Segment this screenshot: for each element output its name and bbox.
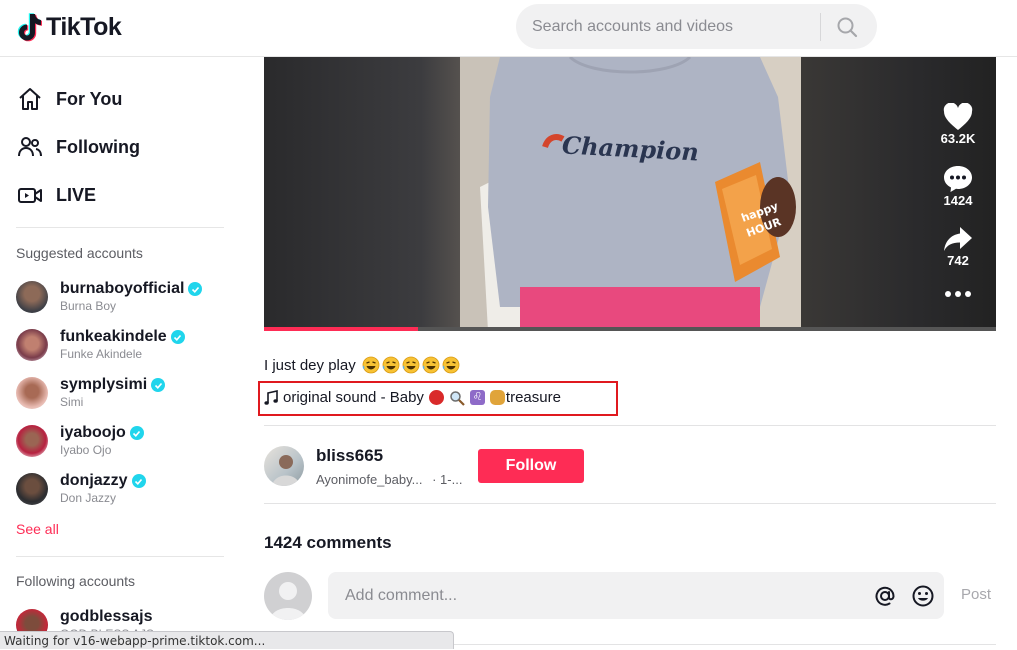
sidebar: For You Following LIVE Suggested account…	[0, 57, 240, 649]
rofl-emoji-icon	[442, 356, 460, 374]
account-display-name: Funke Akindele	[60, 347, 143, 361]
share-button[interactable]: 742	[936, 225, 980, 268]
verified-icon	[188, 282, 203, 296]
rofl-emoji-icon	[382, 356, 400, 374]
avatar	[16, 281, 48, 313]
suggested-account-funkeakindele[interactable]: funkeakindele Funke Akindele	[16, 328, 185, 362]
video-frame: Champion happy HOUR	[460, 57, 801, 331]
share-arrow-icon	[944, 227, 972, 251]
account-display-name: Burna Boy	[60, 299, 117, 313]
account-username: funkeakindele	[60, 328, 167, 345]
mention-icon[interactable]	[873, 584, 897, 608]
more-options-button[interactable]	[936, 290, 980, 298]
devil-emoji-icon	[428, 390, 444, 405]
search-input[interactable]	[532, 17, 820, 36]
account-username: symplysimi	[60, 376, 148, 393]
rofl-emoji-icon	[422, 356, 440, 374]
account-display-name: Don Jazzy	[60, 491, 117, 505]
leo-emoji-icon: ♌	[469, 390, 485, 405]
music-note-icon	[264, 389, 278, 405]
search-button[interactable]	[821, 4, 873, 49]
caption-emojis	[362, 356, 460, 374]
sidebar-divider	[16, 556, 224, 557]
top-header: TikTok	[0, 0, 1017, 57]
avatar	[16, 425, 48, 457]
nav-label: LIVE	[56, 184, 97, 205]
teddy-bear-emoji-icon	[489, 390, 505, 405]
home-icon	[16, 85, 44, 113]
video-progress-bar[interactable]	[264, 327, 996, 331]
comment-count: 1424	[943, 193, 973, 208]
video-blur-left	[264, 57, 460, 331]
verified-icon	[151, 378, 166, 392]
author-avatar[interactable]	[264, 446, 304, 486]
more-dots-icon	[945, 291, 971, 297]
search-bar	[516, 4, 877, 49]
browser-status-bar: Waiting for v16-webapp-prime.tiktok.com.…	[0, 631, 454, 649]
people-icon	[16, 133, 44, 161]
sound-title-suffix: treasure	[505, 389, 561, 406]
magnifier-emoji-icon	[450, 390, 465, 406]
suggested-account-donjazzy[interactable]: donjazzy Don Jazzy	[16, 472, 146, 506]
logo-text: TikTok	[46, 12, 122, 41]
section-divider	[264, 503, 996, 504]
comment-button[interactable]: 1424	[936, 165, 980, 208]
avatar	[16, 473, 48, 505]
comment-input-box	[328, 572, 944, 619]
nav-label: Following	[56, 136, 140, 157]
current-user-avatar	[264, 572, 312, 620]
section-divider	[264, 425, 996, 426]
video-caption: I just dey play	[264, 356, 460, 374]
nav-label: For You	[56, 88, 123, 109]
suggested-account-symplysimi[interactable]: symplysimi Simi	[16, 376, 166, 410]
author-nickname: Ayonimofe_baby...	[316, 472, 423, 487]
verified-icon	[131, 474, 146, 488]
nav-for-you[interactable]: For You	[16, 85, 122, 113]
account-display-name: Simi	[60, 395, 84, 409]
post-comment-button[interactable]: Post	[961, 586, 991, 603]
tiktok-logo[interactable]: TikTok	[16, 12, 122, 42]
video-progress-fill	[264, 327, 418, 331]
video-player[interactable]: Champion happy HOUR	[264, 57, 996, 331]
rofl-emoji-icon	[362, 356, 380, 374]
account-username: donjazzy	[60, 472, 128, 489]
avatar	[16, 329, 48, 361]
suggested-account-burnaboyofficial[interactable]: burnaboyofficial Burna Boy	[16, 280, 203, 314]
heart-icon	[943, 103, 973, 130]
caption-text: I just dey play	[264, 356, 356, 374]
like-button[interactable]: 63.2K	[936, 103, 980, 146]
author-meta: Ayonimofe_baby... · 1-...	[316, 472, 462, 487]
like-count: 63.2K	[940, 131, 976, 146]
post-date: · 1-...	[432, 472, 463, 487]
verified-icon	[170, 330, 185, 344]
see-all-link[interactable]: See all	[16, 521, 59, 537]
author-username[interactable]: bliss665	[316, 446, 383, 466]
share-count: 742	[947, 253, 969, 268]
verified-icon	[129, 426, 144, 440]
account-display-name: Iyabo Ojo	[60, 443, 112, 457]
comment-input[interactable]	[345, 586, 865, 605]
tiktok-note-icon	[17, 13, 42, 42]
follow-button[interactable]: Follow	[478, 449, 584, 483]
sound-title-prefix: original sound - Baby	[283, 389, 424, 406]
nav-following[interactable]: Following	[16, 133, 140, 161]
following-accounts-title: Following accounts	[16, 573, 136, 589]
search-icon	[837, 17, 858, 37]
sidebar-divider	[16, 227, 224, 228]
suggested-accounts-title: Suggested accounts	[16, 245, 143, 261]
rofl-emoji-icon	[402, 356, 420, 374]
comments-count: 1424 comments	[264, 533, 392, 552]
suggested-account-iyaboojo[interactable]: iyaboojo Iyabo Ojo	[16, 424, 144, 458]
comment-bubble-icon	[944, 166, 972, 192]
account-username: godblessajs	[60, 608, 153, 625]
account-username: burnaboyofficial	[60, 280, 185, 297]
live-icon	[16, 181, 44, 209]
account-username: iyaboojo	[60, 424, 126, 441]
avatar	[16, 377, 48, 409]
nav-live[interactable]: LIVE	[16, 181, 96, 209]
sound-link[interactable]: original sound - Baby ♌ treasure	[264, 389, 561, 406]
emoji-icon[interactable]	[911, 584, 935, 608]
video-thumbnail: Champion happy HOUR	[460, 57, 801, 331]
